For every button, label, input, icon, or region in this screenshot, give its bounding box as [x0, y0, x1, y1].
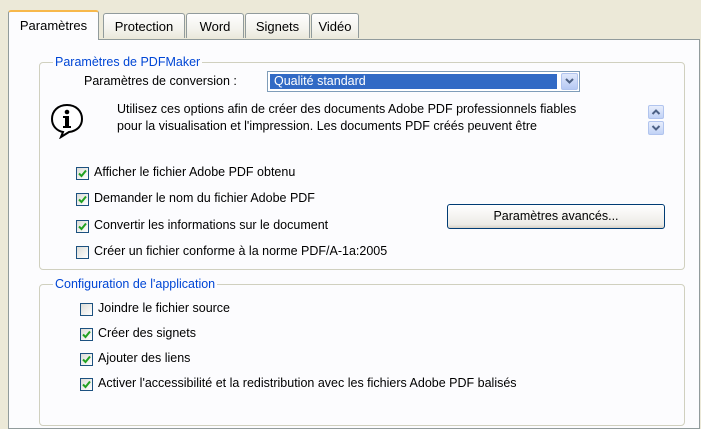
scroll-down-button[interactable] — [648, 121, 664, 135]
checkbox-show-pdf-label: Afficher le fichier Adobe PDF obtenu — [94, 165, 296, 179]
checkbox-create-bookmarks[interactable] — [80, 328, 93, 341]
scroll-up-icon — [651, 109, 661, 115]
checkbox-attach-source-label: Joindre le fichier source — [98, 301, 231, 315]
info-icon — [50, 103, 84, 139]
tab-bar: Paramètres Protection Word Signets Vidéo — [8, 9, 698, 40]
checkbox-create-bookmarks-label: Créer des signets — [98, 326, 196, 340]
conversion-settings-value: Qualité standard — [270, 74, 557, 89]
info-text-line: pour la visualisation et l'impression. L… — [117, 119, 537, 133]
conversion-settings-select[interactable]: Qualité standard — [267, 71, 580, 92]
checkbox-ask-filename[interactable] — [76, 193, 89, 206]
checkbox-accessibility[interactable] — [80, 378, 93, 391]
info-text-line: Utilisez ces options afin de créer des d… — [117, 102, 577, 116]
tab-word[interactable]: Word — [186, 13, 244, 38]
conversion-settings-label: Paramètres de conversion : — [84, 74, 237, 88]
checkbox-convert-info-label: Convertir les informations sur le docume… — [94, 218, 329, 232]
checkmark-icon — [82, 330, 91, 339]
tab-protection[interactable]: Protection — [103, 13, 185, 38]
tab-video[interactable]: Vidéo — [311, 13, 359, 38]
tab-signets[interactable]: Signets — [245, 13, 310, 38]
checkbox-accessibility-label: Activer l'accessibilité et la redistribu… — [98, 376, 517, 390]
scroll-down-icon — [651, 125, 661, 131]
pdfmaker-group-legend: Paramètres de PDFMaker — [53, 55, 203, 69]
advanced-settings-button[interactable]: Paramètres avancés... — [447, 204, 665, 229]
checkbox-convert-info[interactable] — [76, 220, 89, 233]
chevron-down-icon — [565, 78, 574, 84]
app-config-group-legend: Configuration de l'application — [53, 277, 218, 291]
checkbox-ask-filename-label: Demander le nom du fichier Adobe PDF — [94, 191, 315, 205]
checkbox-add-links[interactable] — [80, 353, 93, 366]
checkbox-pdfa[interactable] — [76, 246, 89, 259]
checkmark-icon — [78, 222, 87, 231]
checkmark-icon — [82, 355, 91, 364]
checkbox-show-pdf[interactable] — [76, 167, 89, 180]
info-text: Utilisez ces options afin de créer des d… — [117, 101, 647, 135]
checkmark-icon — [82, 380, 91, 389]
checkmark-icon — [78, 195, 87, 204]
checkmark-icon — [78, 169, 87, 178]
dropdown-button[interactable] — [561, 73, 578, 90]
checkbox-pdfa-label: Créer un fichier conforme à la norme PDF… — [94, 244, 388, 258]
checkbox-add-links-label: Ajouter des liens — [98, 351, 191, 365]
tab-parametres[interactable]: Paramètres — [8, 10, 99, 40]
scroll-up-button[interactable] — [648, 105, 664, 119]
checkbox-attach-source[interactable] — [80, 303, 93, 316]
